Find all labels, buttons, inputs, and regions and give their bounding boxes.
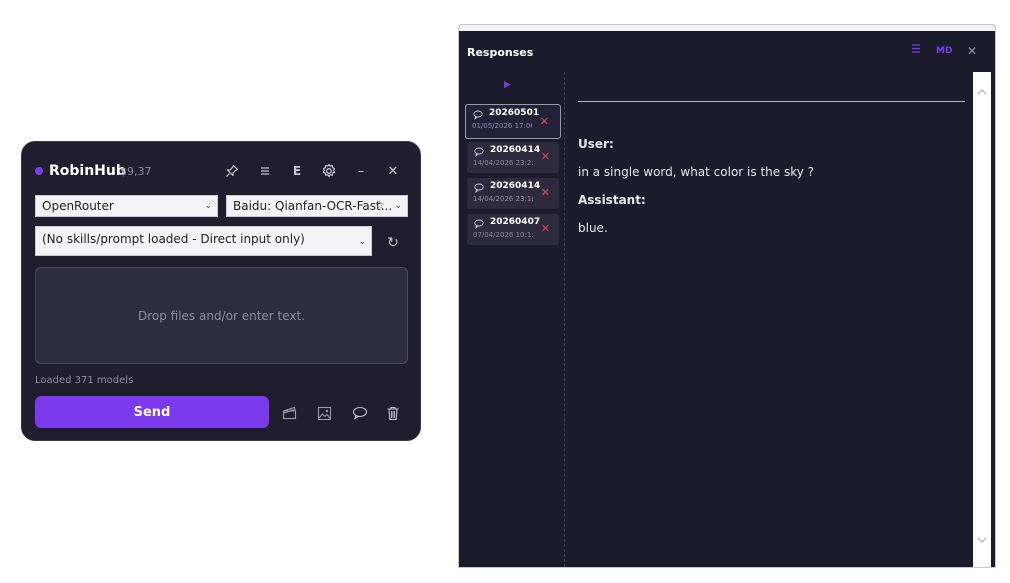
app-title: RobinHub <box>49 163 126 179</box>
delete-icon[interactable]: ✕ <box>541 186 550 199</box>
gear-icon[interactable] <box>318 160 340 182</box>
history-item-title: 20260414 <box>490 181 541 191</box>
e-button[interactable]: E <box>286 160 308 182</box>
model-select-value: Baidu: Qianfan-OCR-Fast... <box>233 199 393 213</box>
hamburger-menu-icon[interactable] <box>911 43 921 57</box>
provider-select-value: OpenRouter <box>42 199 114 213</box>
star-icon[interactable]: ☆ <box>374 198 385 213</box>
history-item[interactable]: 20260407 07/04/2026 10:1: ✕ <box>467 214 559 245</box>
assistant-label: Assistant: <box>578 193 646 207</box>
input-dropzone[interactable]: Drop files and/or enter text. <box>35 267 408 364</box>
response-content: User: in a single word, what color is th… <box>577 72 972 567</box>
robinhub-window: RobinHub $9,37 E – ✕ OpenRouter ⌄ Baidu:… <box>21 141 421 441</box>
history-item[interactable]: 20260414 14/04/2026 23:1£ ✕ <box>467 178 559 209</box>
chat-bubble-icon <box>474 219 484 229</box>
user-label: User: <box>578 137 614 151</box>
chevron-down-icon: ⌄ <box>394 201 402 211</box>
minimize-button[interactable]: – <box>350 160 372 182</box>
trash-icon[interactable] <box>382 402 404 424</box>
markdown-toggle[interactable]: MD <box>936 46 952 56</box>
scrollbar[interactable] <box>973 72 991 567</box>
chat-bubble-icon <box>474 147 484 157</box>
window-top-bar <box>459 25 995 31</box>
chevron-down-icon: ⌄ <box>358 237 366 247</box>
chat-bubble-icon <box>474 183 484 193</box>
status-dot <box>35 167 43 175</box>
scroll-up-icon[interactable] <box>976 86 988 98</box>
hamburger-menu-icon[interactable] <box>254 160 276 182</box>
close-button[interactable]: ✕ <box>967 44 977 58</box>
responses-window: Responses MD ✕ ▶ 20260501 01/05/2026 17:… <box>458 24 996 568</box>
clapperboard-icon[interactable] <box>278 402 300 424</box>
play-icon[interactable]: ▶ <box>504 80 511 90</box>
delete-icon[interactable]: ✕ <box>541 222 550 235</box>
history-item-date: 14/04/2026 23:1£ <box>473 195 533 203</box>
chevron-down-icon: ⌄ <box>204 201 212 211</box>
dropzone-placeholder: Drop files and/or enter text. <box>137 308 306 323</box>
history-item-date: 14/04/2026 23:2: <box>473 159 533 167</box>
cost-label: $9,37 <box>120 165 152 178</box>
scroll-down-icon[interactable] <box>976 534 988 546</box>
model-select[interactable]: Baidu: Qianfan-OCR-Fast... ☆ ⌄ <box>226 195 408 217</box>
send-button[interactable]: Send <box>35 396 269 428</box>
image-icon[interactable] <box>313 402 335 424</box>
skills-select-value: (No skills/prompt loaded - Direct input … <box>42 232 305 246</box>
close-button[interactable]: ✕ <box>382 160 404 182</box>
history-item-title: 20260407 <box>490 217 541 227</box>
history-item-title: 20260501 <box>489 108 540 118</box>
history-item-title: 20260414 <box>490 145 541 155</box>
history-item[interactable]: 20260414 14/04/2026 23:2: ✕ <box>467 142 559 173</box>
delete-icon[interactable]: ✕ <box>540 115 549 128</box>
responses-title: Responses <box>467 46 534 59</box>
history-item-date: 07/04/2026 10:1: <box>473 231 533 239</box>
assistant-message: blue. <box>578 221 608 235</box>
skills-select[interactable]: (No skills/prompt loaded - Direct input … <box>35 226 372 256</box>
chat-bubble-icon[interactable] <box>349 402 371 424</box>
history-item-date: 01/05/2026 17:0€ <box>472 122 532 130</box>
pin-icon[interactable] <box>221 160 243 182</box>
user-message: in a single word, what color is the sky … <box>578 165 815 179</box>
refresh-icon[interactable]: ↻ <box>382 232 404 254</box>
sidebar-divider <box>564 72 565 567</box>
status-text: Loaded 371 models <box>35 375 134 386</box>
chat-bubble-icon <box>473 110 483 120</box>
provider-select[interactable]: OpenRouter ⌄ <box>35 195 218 217</box>
content-separator <box>578 101 965 102</box>
delete-icon[interactable]: ✕ <box>541 150 550 163</box>
history-item[interactable]: 20260501 01/05/2026 17:0€ ✕ <box>465 104 561 139</box>
